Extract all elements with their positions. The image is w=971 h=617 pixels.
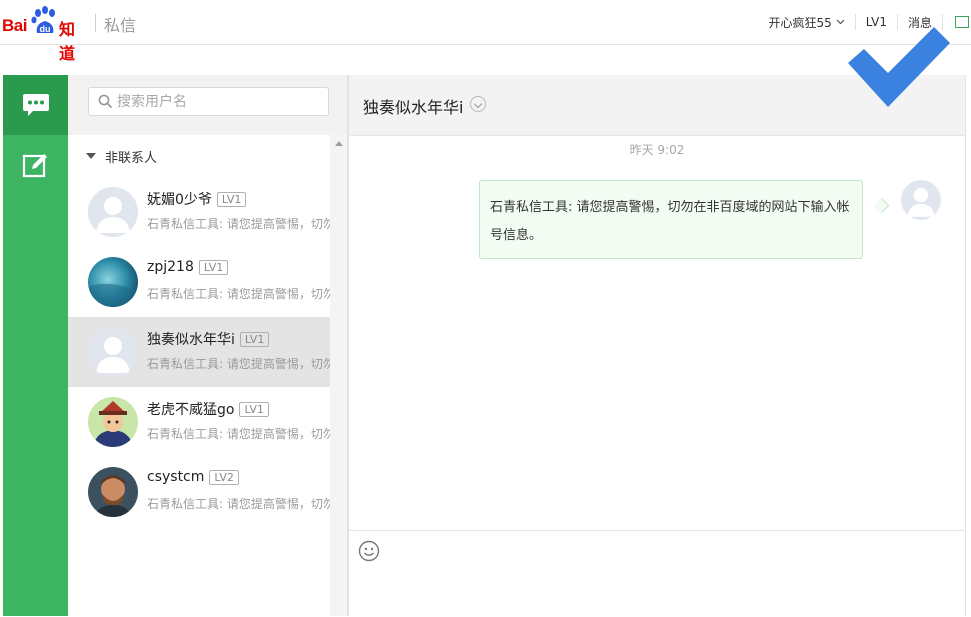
section-title: 私信 (104, 16, 137, 35)
contact-name-row: csystcm LV2 (147, 469, 239, 485)
contact-item[interactable]: csystcm LV2 石青私信工具: 请您提高警惕，切勿 (68, 457, 330, 527)
top-header: Bai du 知道 私信 开心疯狂55 LV1 消息 (0, 0, 971, 63)
photo-avatar (88, 467, 138, 517)
blue-photo-avatar (88, 257, 138, 307)
chat-panel: 独奏似水年华i 昨天 9:02 石青私信工具: 请您提高警惕，切勿在非百度域的网… (348, 75, 966, 617)
contact-preview: 石青私信工具: 请您提高警惕，切勿 (147, 357, 330, 371)
contact-name: csystcm (147, 469, 205, 485)
contact-preview: 石青私信工具: 请您提高警惕，切勿 (147, 497, 330, 511)
search-icon (98, 94, 113, 109)
contact-item[interactable]: 妩媚0少爷 LV1 石青私信工具: 请您提高警惕，切勿 (68, 177, 330, 247)
contact-item[interactable]: 老虎不威猛go LV1 石青私信工具: 请您提高警惕，切勿 (68, 387, 330, 457)
message-text: 石青私信工具: 请您提高警惕，切勿在非百度域的网站下输入帐号信息。 (490, 200, 850, 243)
left-rail (3, 75, 68, 616)
contact-list-scrollbar[interactable] (330, 135, 347, 616)
logo-divider (95, 14, 96, 32)
message-bubble: 石青私信工具: 请您提高警惕，切勿在非百度域的网站下输入帐号信息。 (479, 180, 863, 259)
search-input[interactable] (117, 88, 317, 115)
logo-zhidao-text: 知道 (59, 20, 75, 63)
level-badge: LV1 (198, 259, 229, 275)
contact-name-row: 老虎不威猛go LV1 (147, 399, 269, 419)
contact-preview: 石青私信工具: 请您提高警惕，切勿 (147, 287, 330, 301)
message-composer[interactable] (349, 530, 965, 617)
message-timestamp: 昨天 9:02 (629, 143, 685, 157)
cartoon-avatar (88, 397, 138, 447)
level-badge: LV1 (216, 191, 247, 207)
default-avatar-icon (901, 180, 941, 220)
contact-preview: 石青私信工具: 请您提高警惕，切勿 (147, 427, 330, 441)
level-badge: LV1 (239, 401, 269, 417)
contact-list: 非联系人 妩媚0少爷 LV1 石青私信工具: 请您提高警惕，切勿 zpj218 … (68, 135, 330, 616)
chevron-down-circle-icon[interactable] (470, 96, 486, 112)
level-badge: LV2 (209, 469, 239, 485)
logo-du-text: du (40, 24, 51, 34)
group-header-non-contacts[interactable]: 非联系人 (68, 135, 330, 177)
contact-preview: 石青私信工具: 请您提高警惕，切勿 (147, 217, 330, 231)
baidu-paw-icon: du (31, 6, 55, 34)
default-avatar-icon (88, 327, 138, 377)
contact-name: zpj218 (147, 259, 194, 275)
contacts-panel: 非联系人 妩媚0少爷 LV1 石青私信工具: 请您提高警惕，切勿 (68, 75, 348, 616)
contact-item-selected[interactable]: 独奏似水年华i LV1 石青私信工具: 请您提高警惕，切勿 (68, 317, 330, 387)
rail-compose-button[interactable] (3, 135, 68, 195)
triangle-down-icon (86, 153, 96, 159)
contact-name: 独奏似水年华i (147, 332, 235, 348)
scroll-up-arrow-icon[interactable] (335, 141, 343, 146)
logo-bai-text: Bai (2, 16, 27, 35)
baidu-zhidao-logo[interactable]: Bai du 知道 (2, 6, 88, 63)
emoji-icon[interactable] (358, 540, 380, 562)
username-link[interactable]: 开心疯狂55 (768, 14, 831, 31)
level-badge: LV1 (239, 331, 270, 347)
chat-bubble-icon (22, 94, 49, 116)
bubble-tail (873, 197, 890, 214)
contact-name: 妩媚0少爷 (147, 192, 212, 208)
default-avatar-icon (88, 187, 138, 237)
contact-name-row: zpj218 LV1 (147, 259, 229, 275)
search-box[interactable] (88, 87, 329, 116)
chat-title: 独奏似水年华i (363, 98, 464, 117)
contact-name: 老虎不威猛go (147, 402, 235, 418)
contact-name-row: 妩媚0少爷 LV1 (147, 189, 247, 209)
mail-icon (955, 16, 969, 28)
group-label: 非联系人 (105, 150, 158, 166)
checkmark-icon (848, 27, 950, 107)
contact-item[interactable]: zpj218 LV1 石青私信工具: 请您提高警惕，切勿 (68, 247, 330, 317)
contact-name-row: 独奏似水年华i LV1 (147, 329, 270, 349)
rail-messages-button[interactable] (3, 75, 68, 135)
compose-icon (22, 154, 47, 178)
